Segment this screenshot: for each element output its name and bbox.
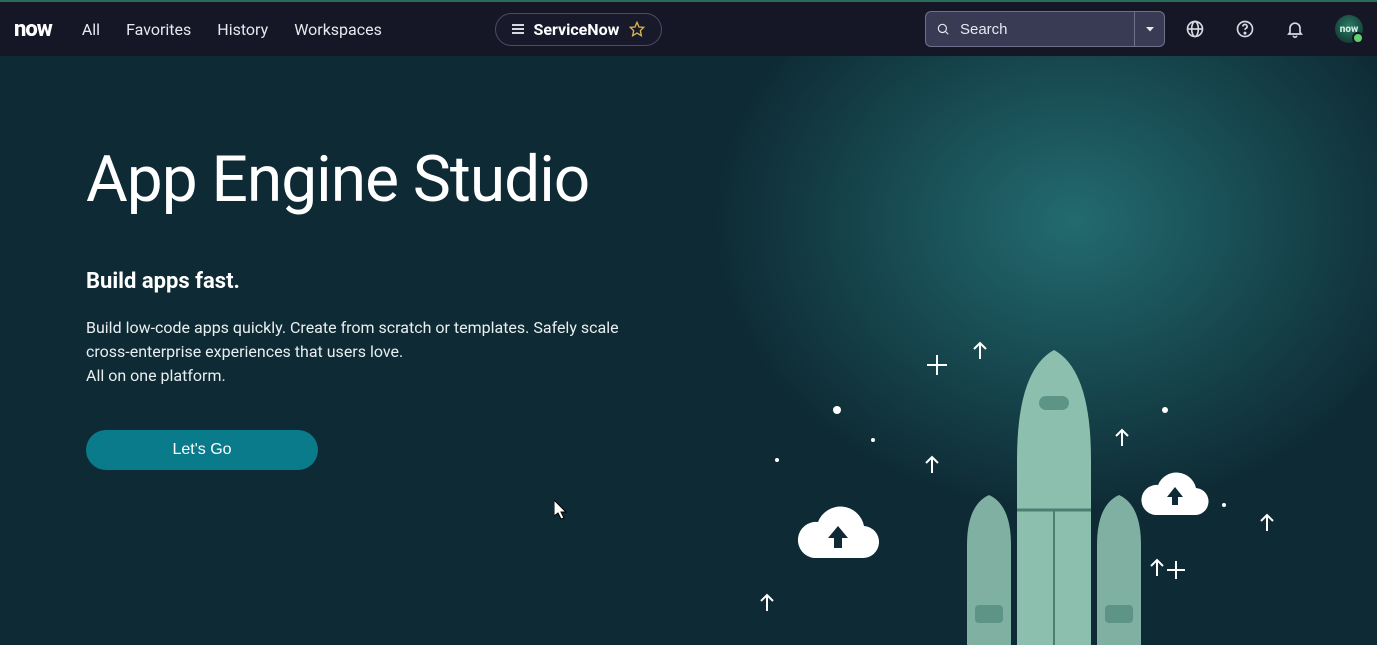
menu-icon xyxy=(512,24,524,34)
chevron-down-icon xyxy=(1144,23,1156,35)
search-icon xyxy=(936,21,950,37)
page-description: Build low-code apps quickly. Create from… xyxy=(86,316,646,388)
desc-line-2: All on one platform. xyxy=(86,366,226,385)
page-subtitle: Build apps fast. xyxy=(86,269,720,294)
desc-line-1: Build low-code apps quickly. Create from… xyxy=(86,318,619,361)
search-box[interactable] xyxy=(925,11,1135,47)
nav-history[interactable]: History xyxy=(217,20,268,39)
nav-all[interactable]: All xyxy=(82,20,100,39)
scope-picker[interactable]: ServiceNow xyxy=(495,13,663,46)
primary-nav: All Favorites History Workspaces xyxy=(82,20,382,39)
nav-workspaces[interactable]: Workspaces xyxy=(294,20,382,39)
main-stage[interactable]: App Engine Studio Build apps fast. Build… xyxy=(0,56,1377,645)
nav-favorites[interactable]: Favorites xyxy=(126,20,191,39)
bell-icon xyxy=(1285,19,1305,39)
help-icon xyxy=(1235,19,1255,39)
star-icon xyxy=(629,21,645,37)
lets-go-button[interactable]: Let's Go xyxy=(86,430,318,470)
page-title: App Engine Studio xyxy=(86,146,720,213)
globe-icon xyxy=(1185,19,1205,39)
globe-button[interactable] xyxy=(1175,9,1215,49)
search-input[interactable] xyxy=(960,21,1124,38)
help-button[interactable] xyxy=(1225,9,1265,49)
global-search xyxy=(925,11,1165,47)
user-avatar[interactable]: now xyxy=(1335,15,1363,43)
cursor-icon xyxy=(554,500,570,520)
scope-title: ServiceNow xyxy=(534,20,620,39)
global-header: now All Favorites History Workspaces Ser… xyxy=(0,0,1377,56)
search-dropdown-toggle[interactable] xyxy=(1135,11,1165,47)
brand-logo[interactable]: now xyxy=(14,17,52,42)
hero-copy: App Engine Studio Build apps fast. Build… xyxy=(0,56,720,470)
notifications-button[interactable] xyxy=(1275,9,1315,49)
